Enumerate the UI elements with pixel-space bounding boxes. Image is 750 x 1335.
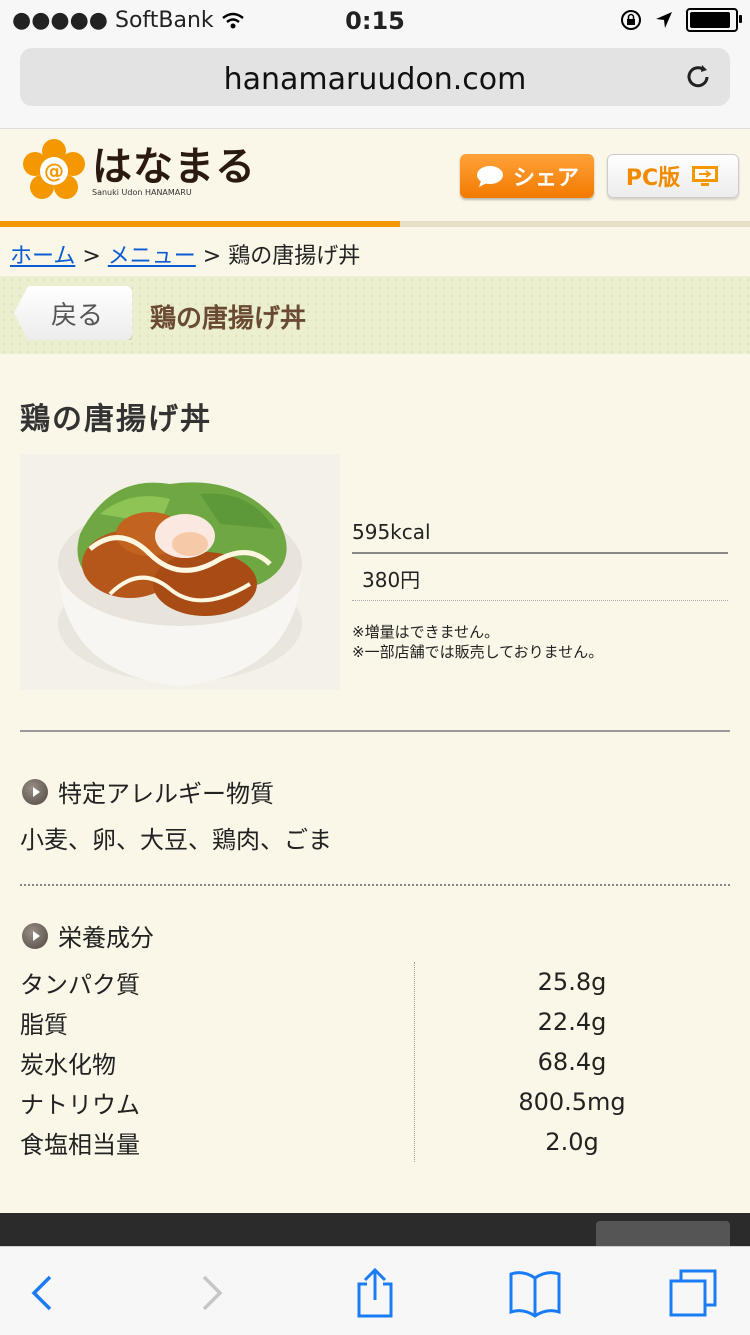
item-name: 鶏の唐揚げ丼 (20, 402, 212, 437)
allergy-heading-text: 特定アレルギー物質 (58, 780, 274, 808)
status-right (620, 8, 742, 32)
flower-logo-icon: @ (23, 139, 85, 199)
status-bar: ●●●●● SoftBank 0:15 (0, 0, 750, 40)
breadcrumb-menu-link[interactable]: メニュー (108, 244, 196, 269)
share-action-button[interactable] (347, 1265, 403, 1321)
breadcrumb-separator: > (202, 244, 222, 269)
back-arrow-icon (31, 1275, 52, 1311)
play-bullet-icon (22, 922, 48, 949)
forward-arrow-icon (202, 1275, 223, 1311)
browser-toolbar (0, 1246, 750, 1335)
location-arrow-icon (656, 12, 672, 28)
breadcrumb-separator: > (82, 244, 101, 269)
breadcrumb-home-link[interactable]: ホーム (10, 244, 75, 269)
nutrient-value: 2.0g (545, 1128, 599, 1156)
pc-button-label: PC版 (625, 166, 681, 191)
nutrient-value: 68.4g (537, 1048, 607, 1076)
speech-bubble-icon (476, 166, 503, 187)
nutrient-label: 炭水化物 (20, 1050, 116, 1079)
tabs-icon (669, 1269, 717, 1317)
monitor-icon (692, 166, 719, 186)
section-divider (20, 884, 730, 886)
share-button[interactable]: シェア (460, 154, 594, 198)
nutrition-row: 炭水化物 68.4g (20, 1042, 730, 1082)
breadcrumb: ホーム > メニュー > 鶏の唐揚げ丼 (10, 238, 360, 270)
svg-text:@: @ (44, 159, 64, 183)
item-calories: 595kcal (352, 520, 431, 544)
site-header: @ はなまる Sanuki Udon HANAMARU シェア PC版 (0, 129, 750, 221)
note-no-extra: ※増量はできません。 (352, 623, 500, 641)
play-bullet-icon (22, 778, 48, 805)
breadcrumb-current: 鶏の唐揚げ丼 (228, 244, 361, 269)
back-button[interactable]: 戻る (14, 286, 132, 340)
page-title: 鶏の唐揚げ丼 (150, 304, 307, 334)
nutrition-row: タンパク質 25.8g (20, 962, 730, 1002)
nutrition-heading-text: 栄養成分 (58, 924, 154, 952)
nutrition-heading: 栄養成分 (22, 918, 154, 953)
bookmarks-icon (509, 1271, 561, 1318)
nutrient-label: ナトリウム (20, 1090, 140, 1119)
nutrition-row: 脂質 22.4g (20, 1002, 730, 1042)
brand-name: はなまる (92, 143, 256, 190)
forward-nav-button[interactable] (183, 1265, 239, 1321)
bookmarks-button[interactable] (507, 1265, 563, 1321)
page-progress-fill (0, 221, 400, 227)
site-logo[interactable]: @ はなまる Sanuki Udon HANAMARU (22, 139, 256, 203)
address-bar[interactable]: hanamaruudon.com (20, 48, 730, 106)
item-price: 380円 (362, 568, 421, 592)
tabs-button[interactable] (665, 1265, 721, 1321)
browser-chrome: hanamaruudon.com (0, 40, 750, 129)
nutrient-value: 22.4g (537, 1008, 607, 1036)
nutrient-label: 脂質 (20, 1010, 68, 1039)
url-text[interactable]: hanamaruudon.com (20, 62, 730, 97)
reload-icon[interactable] (680, 59, 716, 95)
lock-rotation-icon (621, 10, 641, 30)
nutrient-label: 食塩相当量 (20, 1130, 140, 1159)
allergy-heading: 特定アレルギー物質 (22, 774, 274, 809)
nutrient-value: 25.8g (537, 968, 607, 996)
back-button-label: 戻る (50, 300, 103, 331)
divider (352, 552, 728, 554)
back-nav-button[interactable] (15, 1265, 71, 1321)
allergen-list: 小麦、卵、大豆、鶏肉、ごま (20, 826, 332, 854)
pc-version-button[interactable]: PC版 (607, 154, 739, 198)
note-limited-stores: ※一部店舗では販売しておりません。 (352, 643, 604, 661)
share-icon (357, 1267, 393, 1318)
nutrition-row: ナトリウム 800.5mg (20, 1082, 730, 1122)
share-button-label: シェア (512, 166, 579, 191)
page-progress-bar (0, 221, 750, 227)
nutrient-value: 800.5mg (518, 1088, 626, 1116)
nutrition-column-divider (414, 962, 415, 1162)
nutrition-row: 食塩相当量 2.0g (20, 1122, 730, 1162)
battery-icon (686, 8, 742, 32)
food-image (20, 454, 340, 690)
page-title-bar: 戻る 鶏の唐揚げ丼 (0, 276, 750, 354)
nutrient-label: タンパク質 (20, 970, 140, 999)
section-divider (20, 730, 730, 732)
nutrition-table: タンパク質 25.8g 脂質 22.4g 炭水化物 68.4g ナトリウム 800.5m… (20, 962, 730, 1162)
divider (352, 600, 728, 601)
item-notes: ※増量はできません。 ※一部店舗では販売しておりません。 (352, 622, 603, 662)
